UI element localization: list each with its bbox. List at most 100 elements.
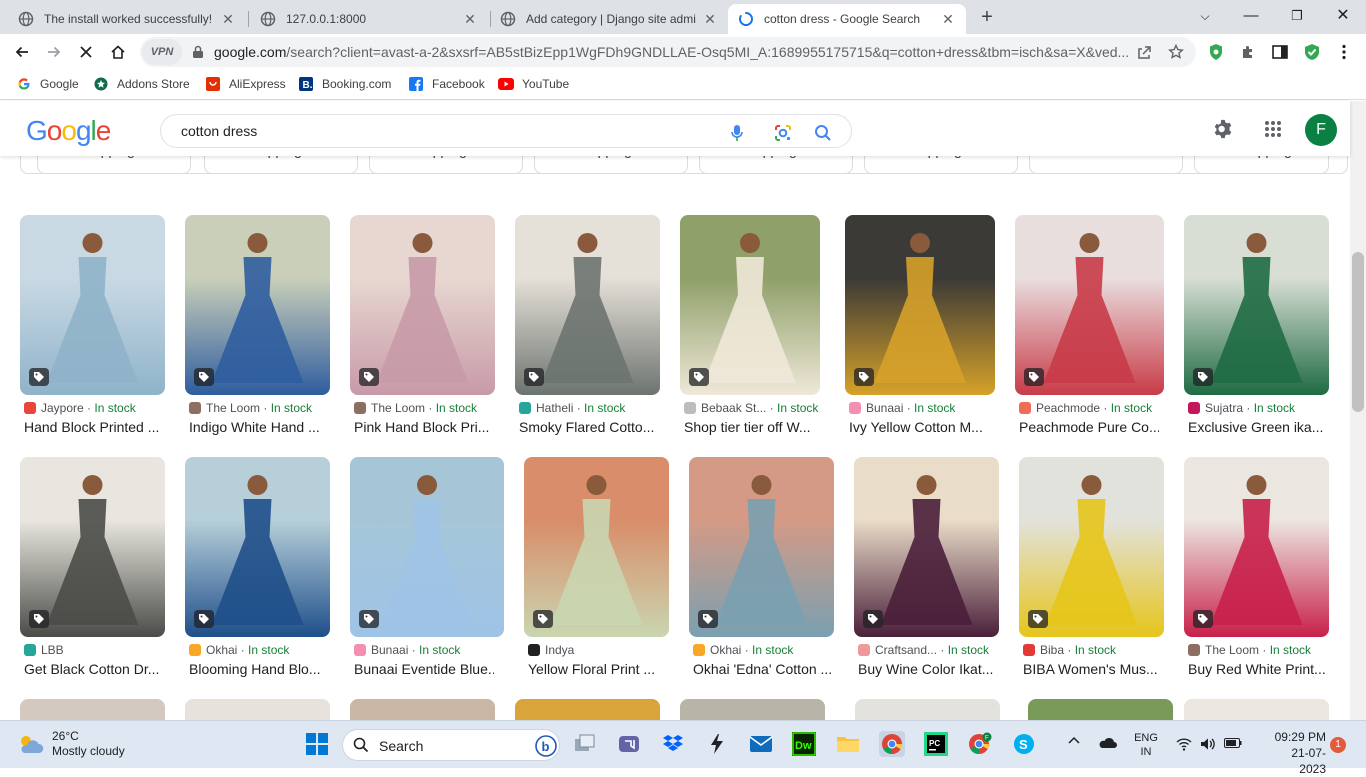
result-source[interactable]: Bebaak St... · In stock: [684, 401, 834, 415]
show-hidden-icons-chevron-icon[interactable]: [1068, 735, 1080, 749]
task-view-icon[interactable]: [572, 731, 598, 757]
result-thumbnail-partial[interactable]: [855, 699, 1000, 720]
filter-chip[interactable]: Free shipping: [699, 156, 853, 174]
result-title[interactable]: Hand Block Printed ...: [24, 419, 164, 435]
close-icon[interactable]: ✕: [220, 11, 236, 27]
dreamweaver-icon[interactable]: Dw: [791, 731, 817, 757]
result-thumbnail-partial[interactable]: [1184, 699, 1329, 720]
skype-icon[interactable]: S: [1011, 731, 1037, 757]
weather-widget[interactable]: 26°C Mostly cloudy: [16, 729, 125, 759]
taskbar-search[interactable]: Search b: [342, 729, 560, 761]
result-thumbnail[interactable]: [689, 457, 834, 637]
side-panel-icon[interactable]: [1270, 42, 1290, 62]
result-source[interactable]: Bunaai · In stock: [849, 401, 999, 415]
bookmark-aliexpress[interactable]: AliExpress: [205, 76, 286, 92]
windows-start-icon[interactable]: [304, 731, 330, 757]
filter-chip[interactable]: Free shipping: [204, 156, 358, 174]
scrollbar-thumb[interactable]: [1352, 252, 1364, 412]
result-thumbnail[interactable]: [1184, 457, 1329, 637]
close-icon[interactable]: ✕: [462, 11, 478, 27]
stop-loading-button[interactable]: [72, 38, 100, 66]
result-thumbnail-partial[interactable]: [20, 699, 165, 720]
google-logo[interactable]: Google: [26, 115, 111, 147]
input-language[interactable]: ENG IN: [1132, 731, 1160, 759]
result-source[interactable]: Bunaai · In stock: [354, 643, 504, 657]
extensions-puzzle-icon[interactable]: [1238, 42, 1258, 62]
result-thumbnail[interactable]: [845, 215, 995, 395]
teams-chat-icon[interactable]: [616, 731, 642, 757]
filter-chip[interactable]: Free shipping: [1194, 156, 1348, 174]
tab-install-worked[interactable]: The install worked successfully! C ✕: [8, 4, 246, 34]
result-title[interactable]: Exclusive Green ika...: [1188, 419, 1328, 435]
result-source[interactable]: Craftsand... · In stock: [858, 643, 1008, 657]
result-thumbnail[interactable]: [515, 215, 660, 395]
result-title[interactable]: Bunaai Eventide Blue...: [354, 661, 494, 677]
bookmark-google[interactable]: Google: [16, 76, 79, 92]
result-source[interactable]: Hatheli · In stock: [519, 401, 669, 415]
result-thumbnail[interactable]: [1015, 215, 1164, 395]
result-title[interactable]: Indigo White Hand ...: [189, 419, 329, 435]
share-icon[interactable]: [1136, 45, 1152, 61]
close-icon[interactable]: ✕: [940, 11, 956, 27]
search-box[interactable]: cotton dress: [160, 114, 852, 148]
google-lens-icon[interactable]: [773, 123, 793, 143]
settings-gear-icon[interactable]: [1211, 117, 1235, 141]
result-title[interactable]: Smoky Flared Cotto...: [519, 419, 659, 435]
lightning-app-icon[interactable]: [704, 731, 730, 757]
apps-grid-icon[interactable]: [1261, 117, 1285, 141]
result-source[interactable]: Okhai · In stock: [693, 643, 843, 657]
result-thumbnail[interactable]: [185, 215, 330, 395]
filter-chip[interactable]: Free shipping: [864, 156, 1018, 174]
file-explorer-icon[interactable]: [835, 731, 861, 757]
result-source[interactable]: Okhai · In stock: [189, 643, 339, 657]
bookmark-star-icon[interactable]: [1168, 44, 1184, 60]
result-thumbnail-partial[interactable]: [1028, 699, 1173, 720]
result-thumbnail[interactable]: [680, 215, 820, 395]
battery-icon[interactable]: [1224, 738, 1242, 752]
notification-badge[interactable]: 1: [1330, 737, 1346, 753]
result-title[interactable]: Get Black Cotton Dr...: [24, 661, 164, 677]
back-button[interactable]: [8, 38, 36, 66]
home-button[interactable]: [104, 38, 132, 66]
verified-shield-icon[interactable]: [1302, 42, 1322, 62]
result-title[interactable]: BIBA Women's Mus...: [1023, 661, 1163, 677]
tab-search-chevron-icon[interactable]: ⌵: [1182, 2, 1228, 30]
result-source[interactable]: Sujatra · In stock: [1188, 401, 1338, 415]
address-bar[interactable]: google.com/search?client=avast-a-2&sxsrf…: [140, 37, 1196, 67]
avast-shield-icon[interactable]: [1206, 42, 1226, 62]
result-source[interactable]: LBB: [24, 643, 174, 657]
forward-button[interactable]: [40, 38, 68, 66]
search-input[interactable]: cotton dress: [181, 123, 257, 139]
result-thumbnail[interactable]: [1019, 457, 1164, 637]
wifi-icon[interactable]: [1176, 737, 1192, 755]
filter-chip[interactable]: Free shipping: [37, 156, 191, 174]
filter-chip[interactable]: [1029, 156, 1183, 174]
result-title[interactable]: Peachmode Pure Co...: [1019, 419, 1159, 435]
result-title[interactable]: Blooming Hand Blo...: [189, 661, 329, 677]
more-menu-icon[interactable]: [1334, 42, 1354, 62]
result-thumbnail[interactable]: [524, 457, 669, 637]
result-thumbnail-partial[interactable]: [185, 699, 330, 720]
filter-chip[interactable]: Free shipping: [369, 156, 523, 174]
chrome-taskbar-icon[interactable]: [879, 731, 905, 757]
result-title[interactable]: Shop tier tier off W...: [684, 419, 824, 435]
onedrive-cloud-icon[interactable]: [1097, 737, 1117, 753]
bookmark-booking[interactable]: B. Booking.com: [298, 76, 391, 92]
result-thumbnail[interactable]: [20, 215, 165, 395]
close-icon[interactable]: ✕: [702, 11, 718, 27]
bookmark-facebook[interactable]: Facebook: [408, 76, 485, 92]
bookmark-youtube[interactable]: YouTube: [498, 76, 569, 92]
result-thumbnail-partial[interactable]: [680, 699, 825, 720]
mail-icon[interactable]: [748, 731, 774, 757]
result-title[interactable]: Ivy Yellow Cotton M...: [849, 419, 989, 435]
bookmark-addons-store[interactable]: Addons Store: [93, 76, 190, 92]
minimize-button[interactable]: —: [1228, 2, 1274, 30]
chrome-profile-icon[interactable]: F: [967, 731, 993, 757]
result-thumbnail[interactable]: [1184, 215, 1329, 395]
restore-button[interactable]: ❐: [1274, 2, 1320, 30]
result-source[interactable]: Biba · In stock: [1023, 643, 1173, 657]
close-window-button[interactable]: ✕: [1320, 2, 1366, 30]
result-thumbnail[interactable]: [20, 457, 165, 637]
result-source[interactable]: Indya: [528, 643, 678, 657]
result-source[interactable]: Peachmode · In stock: [1019, 401, 1169, 415]
